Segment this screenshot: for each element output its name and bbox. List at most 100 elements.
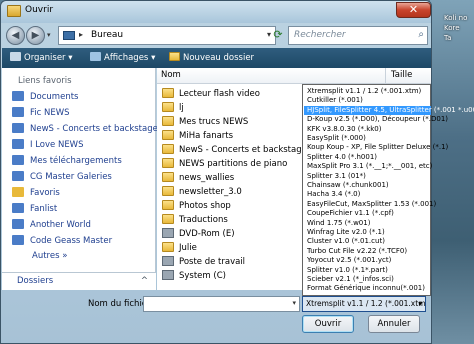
file-type-option[interactable]: Chainsaw (*.chunk001) [307, 181, 389, 190]
list-item[interactable]: MiHa fanarts [162, 130, 233, 144]
file-type-option[interactable]: Cutkiller (*.001) [307, 96, 363, 105]
folders-label: Dossiers [17, 276, 54, 286]
list-item[interactable]: lj [162, 102, 184, 116]
sidebar-more-link[interactable]: Autres » [32, 251, 67, 261]
folder-icon [162, 186, 174, 196]
folder-link-icon [12, 107, 24, 117]
file-type-option[interactable]: KFK v3.8.0.30 (*.kk0) [307, 125, 382, 134]
sidebar-item[interactable]: Fanlist [12, 203, 154, 217]
sidebar-item-label: I Love NEWS [30, 140, 84, 150]
list-item[interactable]: DVD-Rom (E) [162, 228, 235, 242]
column-header-name[interactable]: Nom [161, 70, 181, 80]
sidebar-item[interactable]: CG Master Galeries [12, 171, 154, 185]
close-button[interactable]: ✕ [396, 2, 431, 18]
sidebar-item[interactable]: Code Geass Master [12, 235, 154, 249]
back-button[interactable]: ◀ [6, 26, 25, 45]
sidebar-item[interactable]: Fic NEWS [12, 107, 154, 121]
open-button[interactable]: Ouvrir [302, 315, 354, 333]
list-item-label: newsletter_3.0 [179, 187, 242, 197]
list-item-label: news_wallies [179, 173, 235, 183]
file-type-option[interactable]: D-Koup v2.5 (*.D00), Découpeur (*.D01) [307, 115, 448, 124]
file-type-option[interactable]: Cluster v1.0 (*.01.cut) [307, 237, 385, 246]
list-item[interactable]: System (C) [162, 270, 226, 284]
file-type-dropdown-list[interactable]: Xtremsplit v1.1 / 1.2 (*.001.xtm) Cutkill… [302, 84, 474, 296]
list-item-label: Poste de travail [179, 257, 246, 267]
file-type-option[interactable]: EasySplit (*.000) [307, 134, 366, 143]
desktop-icon [63, 31, 75, 40]
file-type-option[interactable]: Hacha 3.4 (*.0) [307, 190, 360, 199]
refresh-icon[interactable]: ⟳ [269, 26, 287, 45]
list-item-label: Julie [179, 243, 197, 253]
file-type-option[interactable]: Yoyocut v2.5 (*.001.yct) [307, 256, 391, 265]
file-type-option[interactable]: Koup Koup - XP, File Splitter Deluxe (*.… [307, 143, 448, 152]
folder-icon [7, 5, 21, 17]
chevron-down-icon: ▾ [418, 299, 422, 308]
title-bar[interactable]: Ouvrir ✕ [1, 1, 431, 23]
cancel-button[interactable]: Annuler [368, 315, 420, 333]
folders-toggle[interactable]: Dossiers ^ [2, 272, 156, 290]
list-item[interactable]: NEWS partitions de piano [162, 158, 287, 172]
search-icon[interactable]: ⌕ [418, 29, 424, 40]
sidebar-item[interactable]: I Love NEWS [12, 139, 154, 153]
list-item-label: MiHa fanarts [179, 131, 234, 141]
documents-folder-icon [12, 91, 24, 101]
folder-icon [162, 102, 174, 112]
filename-input[interactable]: ▾ [143, 296, 300, 312]
list-item[interactable]: Traductions [162, 214, 228, 228]
file-type-option[interactable]: Wind 1.75 (*.w01) [307, 219, 370, 228]
desktop-icon-label: Ta [444, 34, 452, 42]
file-type-option[interactable]: Splitter 3.1 (01*) [307, 172, 366, 181]
organize-button[interactable]: Organiser ▾ [10, 52, 73, 63]
file-type-option[interactable]: Turbo Cut File v2.22 (*.TCF0) [307, 247, 407, 256]
list-item[interactable]: newsletter_3.0 [162, 186, 242, 200]
file-type-option[interactable]: EasyFileCut, MaxSplitter 1.53 (*.001) [307, 200, 436, 209]
recent-locations-chevron-icon[interactable]: ▾ [47, 31, 51, 39]
sidebar-item[interactable]: Another World [12, 219, 154, 233]
sidebar-item[interactable]: NewS - Concerts et backstages [12, 123, 162, 137]
file-type-option[interactable]: HJSplit, FileSplitter 4.5, UltraSplitter… [304, 105, 474, 115]
file-type-option[interactable]: Winfrag Lite v2.0 (*.1) [307, 228, 385, 237]
folder-link-icon [12, 235, 24, 245]
list-item-label: NEWS partitions de piano [179, 159, 288, 169]
command-toolbar: Organiser ▾ Affichages ▾ Nouveau dossier [2, 48, 431, 68]
folder-icon [162, 172, 174, 182]
address-bar[interactable]: ▸ Bureau ▾ [58, 26, 276, 45]
sidebar-item-label: Fic NEWS [30, 108, 70, 118]
sidebar-item[interactable]: Mes téléchargements [12, 155, 154, 169]
file-type-option[interactable]: Splitter 4.0 (*.h001) [307, 153, 377, 162]
file-type-select[interactable]: Xtremsplit v1.1 / 1.2 (*.001.xtm ▾ [302, 296, 426, 312]
file-type-option[interactable]: MaxSplit Pro 3.1 (*.__1;*.__001, etc) [307, 162, 432, 171]
views-button[interactable]: Affichages ▾ [90, 52, 155, 63]
breadcrumb-location[interactable]: Bureau [91, 30, 123, 40]
file-type-option[interactable]: CoupeFichier v1.1 (*.cpf) [307, 209, 394, 218]
column-divider[interactable] [385, 68, 386, 84]
window-title: Ouvrir [25, 5, 54, 15]
file-type-option[interactable]: Xtremsplit v1.1 / 1.2 (*.001.xtm) [307, 87, 421, 96]
chevron-down-icon[interactable]: ▾ [292, 299, 296, 307]
column-header-size[interactable]: Taille [391, 70, 412, 80]
list-item[interactable]: Poste de travail [162, 256, 245, 270]
views-icon [90, 52, 101, 61]
list-item[interactable]: NewS - Concerts et backstages [162, 144, 311, 158]
forward-button[interactable]: ▶ [26, 26, 45, 45]
list-item[interactable]: Lecteur flash video [162, 88, 260, 102]
desktop-background [430, 0, 474, 344]
list-item[interactable]: Photos shop [162, 200, 231, 214]
navigation-pane: Liens favoris Documents Fic NEWS NewS - Co… [2, 68, 162, 290]
list-item[interactable]: news_wallies [162, 172, 234, 186]
search-input[interactable]: Rechercher ⌕ [288, 26, 428, 45]
list-item-label: DVD-Rom (E) [179, 229, 235, 239]
breadcrumb-arrow-icon[interactable]: ▸ [79, 30, 83, 39]
sidebar-item[interactable]: Favoris [12, 187, 154, 201]
sidebar-item-label: CG Master Galeries [30, 172, 112, 182]
folder-icon [162, 158, 174, 168]
new-folder-button[interactable]: Nouveau dossier [169, 52, 254, 63]
file-type-option[interactable]: Scieber v2.1 (*_infos.sci) [307, 275, 394, 284]
list-item[interactable]: Mes trucs NEWS [162, 116, 248, 130]
chevron-up-icon: ^ [140, 276, 148, 286]
file-type-option[interactable]: Format Générique inconnu(*.001) [307, 284, 425, 293]
sidebar-item[interactable]: Documents [12, 91, 154, 105]
list-item-label: NewS - Concerts et backstages [179, 145, 312, 155]
file-type-option[interactable]: Splitter v1.0 (*.1*.part) [307, 266, 388, 275]
list-item[interactable]: Julie [162, 242, 197, 256]
